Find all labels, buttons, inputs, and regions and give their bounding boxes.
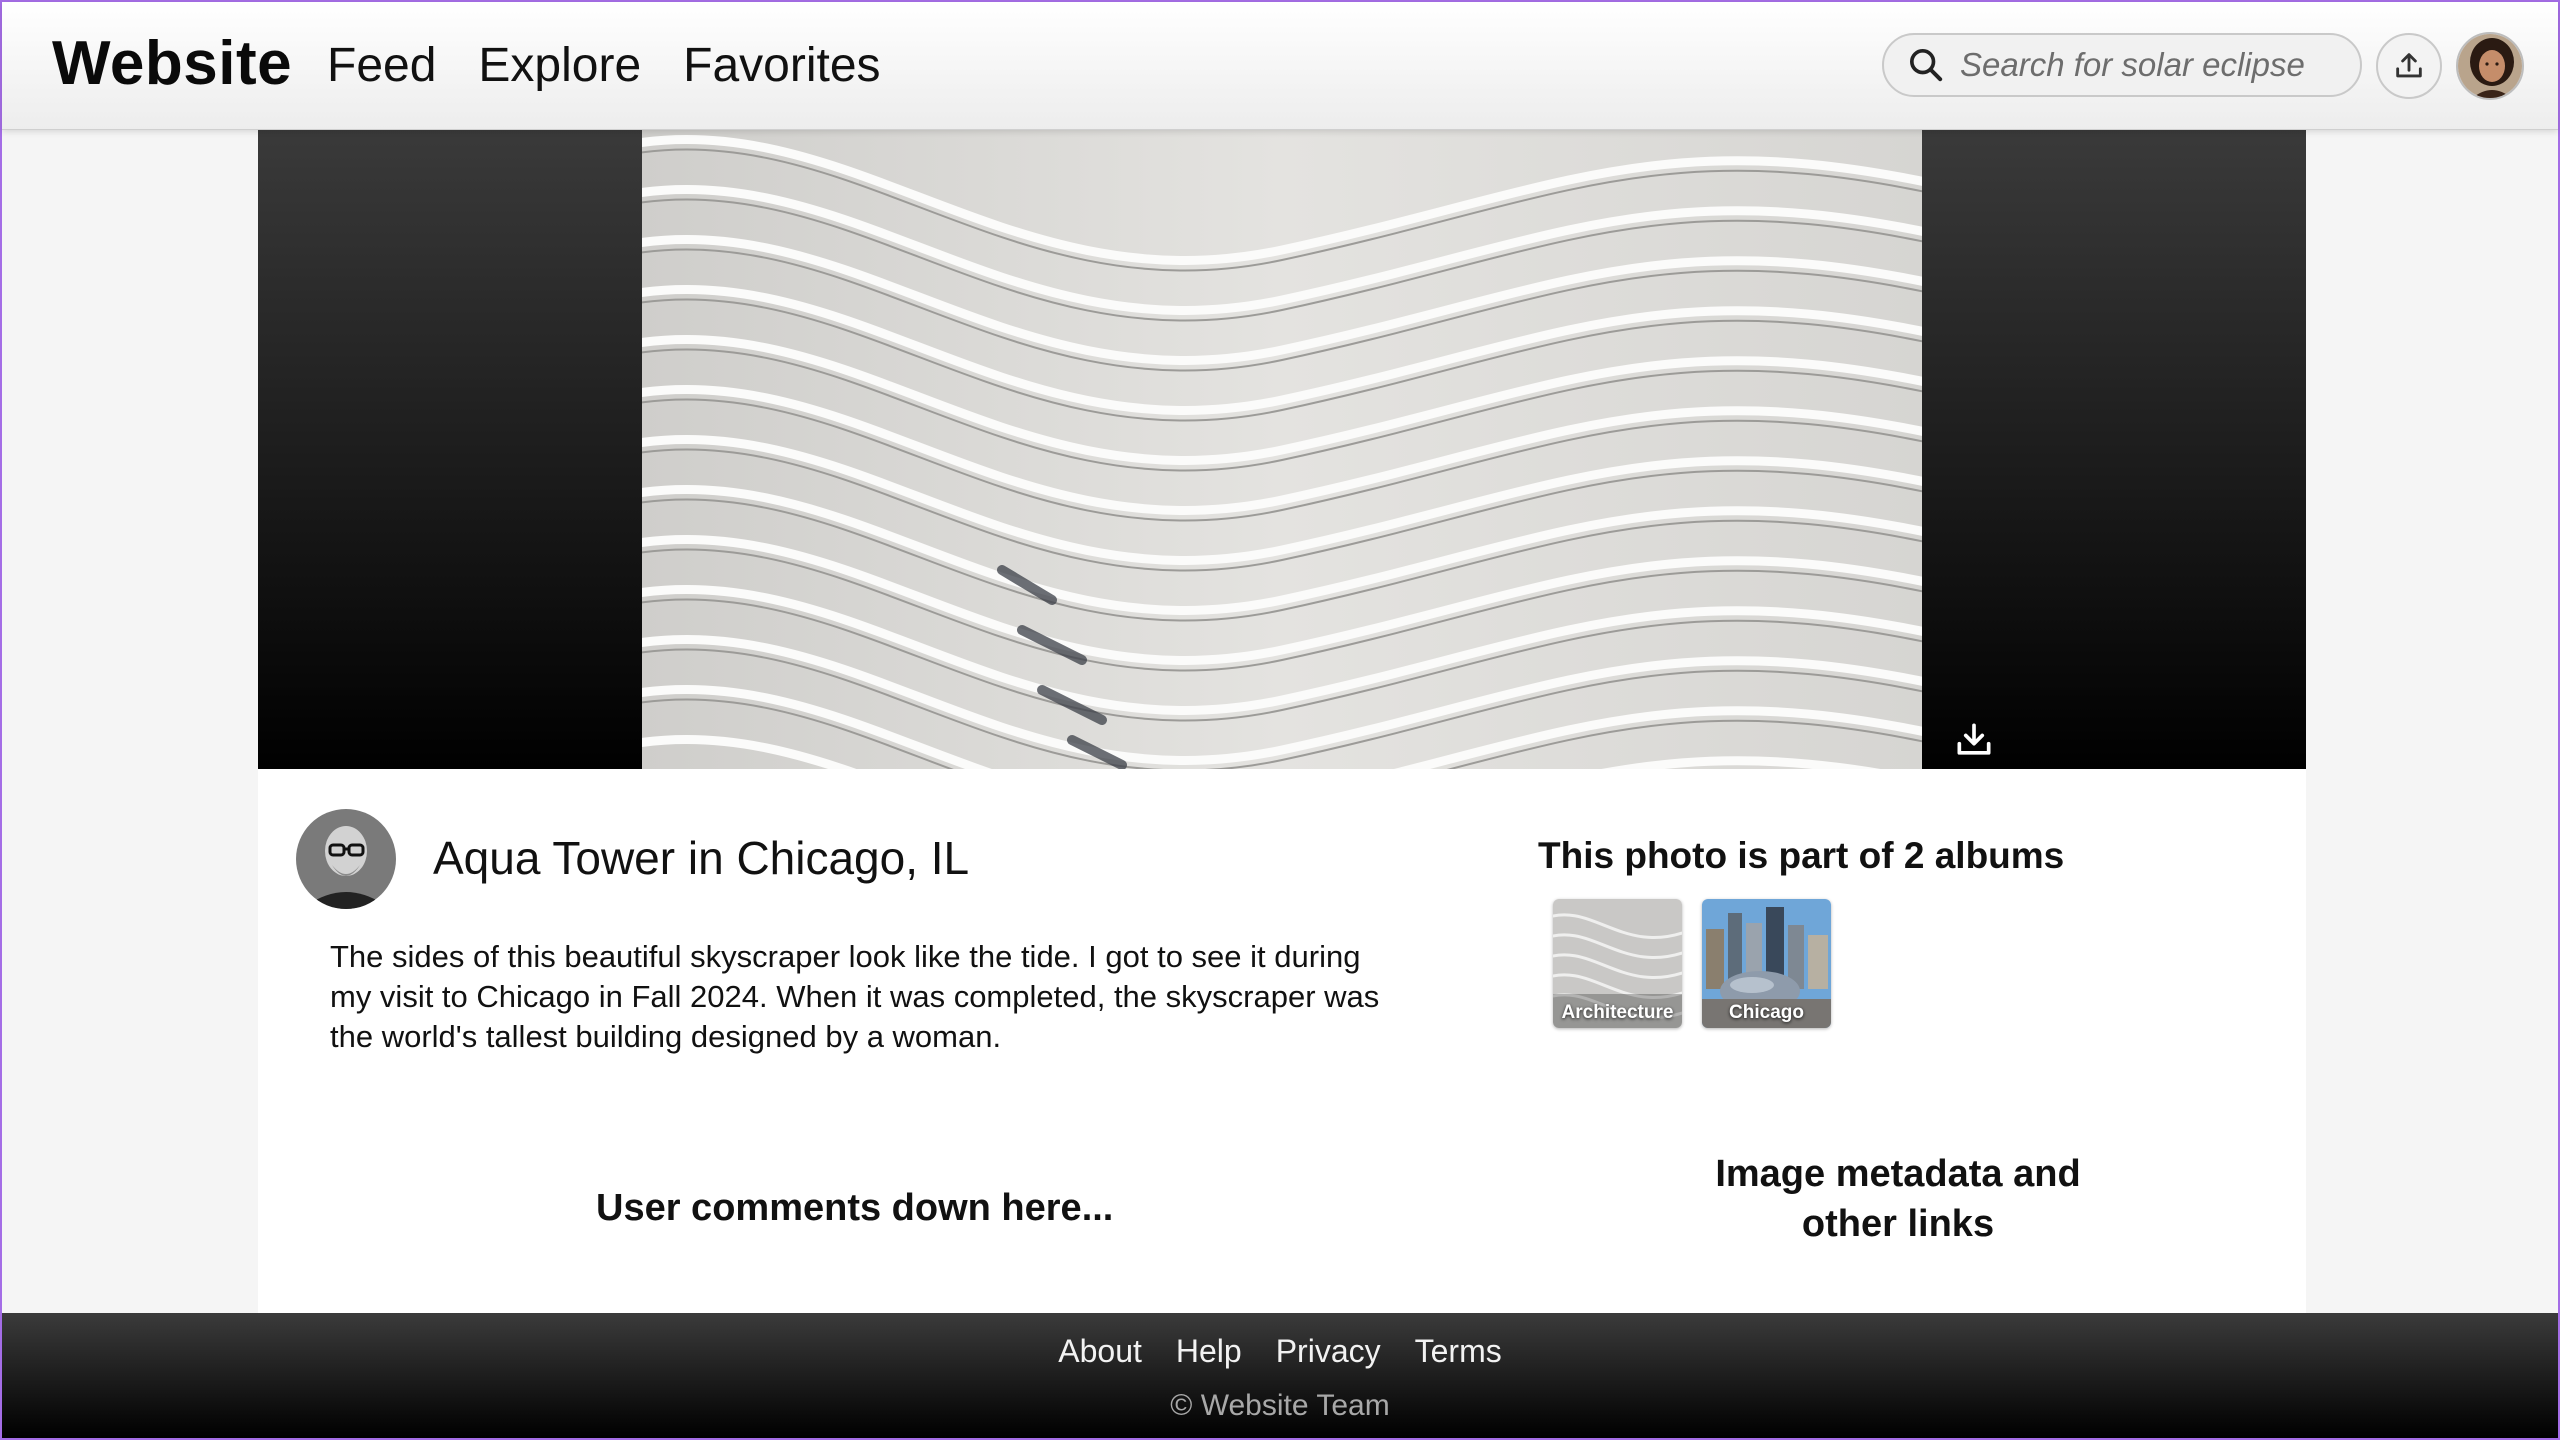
upload-button[interactable]	[2376, 33, 2442, 99]
footer-links: About Help Privacy Terms	[2, 1333, 2558, 1370]
album-list: Architecture Chicago	[1553, 899, 1831, 1028]
copyright-text: © Website Team	[1170, 1389, 1390, 1422]
upload-icon	[2396, 53, 2422, 78]
photo-description: The sides of this beautiful skyscraper l…	[330, 939, 1380, 1054]
download-icon[interactable]	[1952, 718, 1996, 762]
footer-link-privacy[interactable]: Privacy	[1276, 1333, 1381, 1370]
footer: About Help Privacy Terms © Website Team	[2, 1313, 2558, 1438]
album-architecture[interactable]: Architecture	[1553, 899, 1682, 1028]
album-label-architecture: Architecture	[1561, 1002, 1674, 1023]
footer-link-terms[interactable]: Terms	[1415, 1333, 1502, 1370]
search-icon	[1910, 49, 1943, 82]
footer-link-about[interactable]: About	[1058, 1333, 1142, 1370]
metadata-section: Image metadata and other links	[1715, 1153, 2081, 1245]
album-label-chicago: Chicago	[1729, 1002, 1804, 1023]
hero-image-area	[258, 130, 2306, 769]
featured-photo	[642, 130, 1922, 769]
comments-section: User comments down here...	[596, 1187, 1114, 1229]
nav-explore[interactable]: Explore	[478, 38, 641, 93]
albums-heading: This photo is part of 2 albums	[1538, 835, 2065, 876]
photo-details: Aqua Tower in Chicago, IL The sides of t…	[258, 769, 2306, 1313]
author-avatar[interactable]	[296, 809, 396, 909]
photo-title: Aqua Tower in Chicago, IL	[433, 832, 970, 884]
top-nav-bar: Website Feed Explore Favorites	[2, 2, 2558, 130]
search-input[interactable]	[1960, 46, 2340, 84]
brand-logo[interactable]: Website	[52, 28, 292, 99]
nav-feed[interactable]: Feed	[327, 38, 436, 93]
footer-link-help[interactable]: Help	[1176, 1333, 1242, 1370]
nav-favorites[interactable]: Favorites	[683, 38, 880, 93]
main-nav: Feed Explore Favorites	[327, 38, 881, 93]
album-chicago[interactable]: Chicago	[1702, 899, 1831, 1028]
user-avatar[interactable]	[2456, 32, 2524, 100]
search-box	[1882, 33, 2362, 97]
